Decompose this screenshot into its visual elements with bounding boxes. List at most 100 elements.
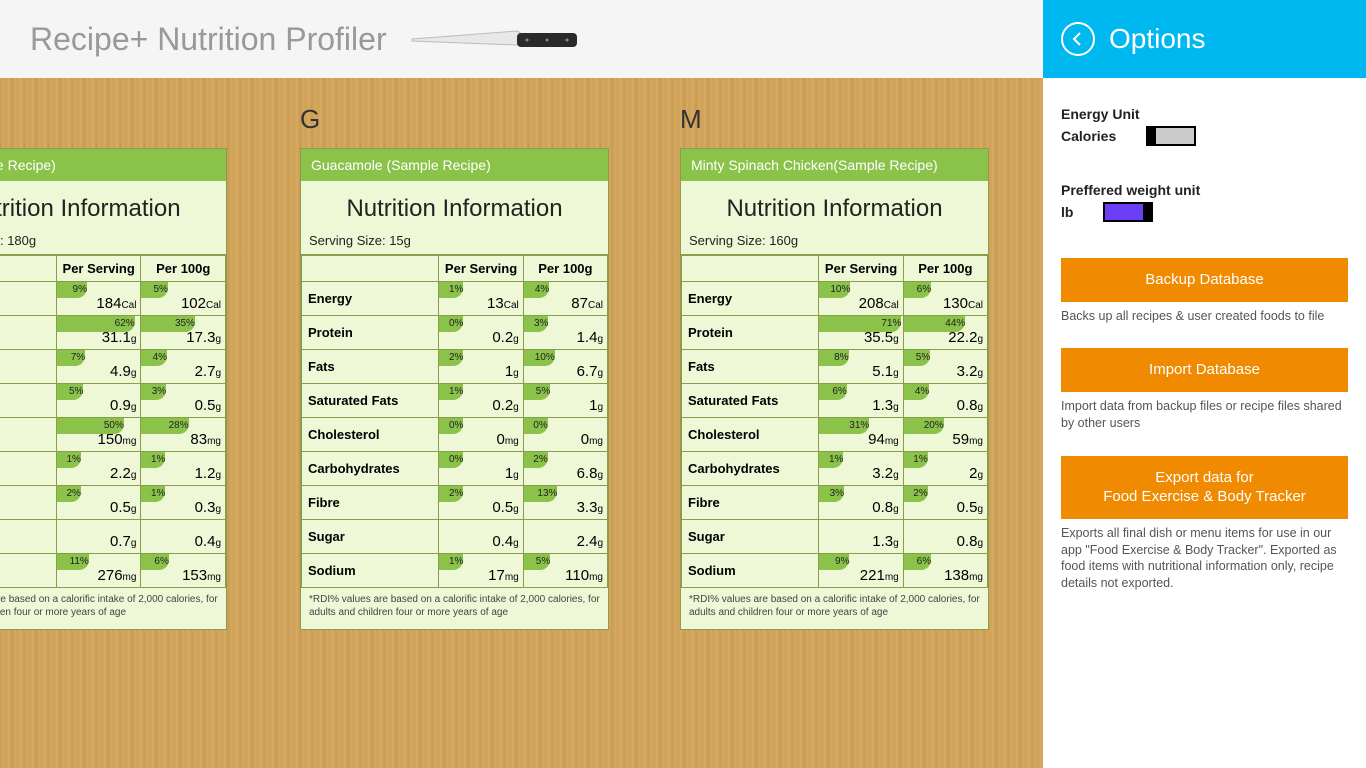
- per-100g-value: 0.8g: [903, 520, 987, 554]
- export-data-button[interactable]: Export data for Food Exercise & Body Tra…: [1061, 456, 1348, 519]
- per-100g-value: 10%6.7g: [523, 350, 607, 384]
- rdi-badge: 13%: [524, 486, 558, 502]
- rdi-badge: 0%: [524, 418, 548, 434]
- rdi-badge: 31%: [819, 418, 869, 434]
- table-row: Protein71%35.5g44%22.2g: [682, 316, 988, 350]
- rdi-badge: 71%: [819, 316, 901, 332]
- options-header: Options: [1043, 0, 1366, 78]
- weight-unit-label: Preffered weight unit: [1061, 182, 1348, 198]
- table-row: Sodium9%221mg6%138mg: [682, 554, 988, 588]
- group-header-g: G: [300, 104, 320, 135]
- rdi-badge: 5%: [141, 282, 168, 298]
- table-row: Sugar1.3g0.8g: [682, 520, 988, 554]
- app-header: Recipe+ Nutrition Profiler: [0, 0, 1043, 78]
- per-100g-value: 6%153mg: [141, 554, 226, 588]
- recipe-title: Guacamole (Sample Recipe): [301, 149, 608, 181]
- table-row: Fibre3%0.8g2%0.5g: [682, 486, 988, 520]
- weight-unit-toggle[interactable]: [1103, 202, 1153, 222]
- nutrient-name: [0, 520, 56, 554]
- per-serving-value: 2%1g: [439, 350, 523, 384]
- nutrient-name: [0, 350, 56, 384]
- nutrient-name: Carbohydrates: [682, 452, 819, 486]
- table-row: Sodium1%17mg5%110mg: [302, 554, 608, 588]
- per-100g-value: 6%130Cal: [903, 282, 987, 316]
- rdi-badge: 5%: [57, 384, 84, 400]
- backup-database-button[interactable]: Backup Database: [1061, 258, 1348, 302]
- recipe-title: ken(Sample Recipe): [0, 149, 226, 181]
- energy-unit-toggle[interactable]: [1146, 126, 1196, 146]
- per-100g-value: 1%0.3g: [141, 486, 226, 520]
- rdi-badge: 4%: [524, 282, 550, 298]
- rdi-badge: 6%: [904, 554, 931, 570]
- nutrient-name: Cholesterol: [302, 418, 439, 452]
- per-100g-value: 2%6.8g: [523, 452, 607, 486]
- table-row: Energy1%13Cal4%87Cal: [302, 282, 608, 316]
- per-100g-value: 35%17.3g: [141, 316, 226, 350]
- import-database-button[interactable]: Import Database: [1061, 348, 1348, 392]
- rdi-badge: 28%: [141, 418, 188, 434]
- nutrient-name: Protein: [682, 316, 819, 350]
- rdi-badge: 0%: [439, 316, 463, 332]
- per-serving-value: 1.3g: [819, 520, 903, 554]
- table-row: Cholesterol31%94mg20%59mg: [682, 418, 988, 452]
- per-100g-header: Per 100g: [903, 256, 987, 282]
- recipe-card[interactable]: Guacamole (Sample Recipe)Nutrition Infor…: [300, 148, 609, 630]
- per-serving-value: 31%94mg: [819, 418, 903, 452]
- nutrient-name: Energy: [682, 282, 819, 316]
- per-100g-value: 0%0mg: [523, 418, 607, 452]
- rdi-badge: 20%: [904, 418, 944, 434]
- nutrient-name: Protein: [302, 316, 439, 350]
- rdi-badge: 4%: [141, 350, 167, 366]
- export-description: Exports all final dish or menu items for…: [1061, 525, 1348, 593]
- back-button[interactable]: [1061, 22, 1095, 56]
- rdi-badge: 10%: [524, 350, 555, 366]
- per-serving-value: 1%17mg: [439, 554, 523, 588]
- per-serving-value: 8%5.1g: [819, 350, 903, 384]
- per-serving-value: 6%1.3g: [819, 384, 903, 418]
- per-serving-header: Per Serving: [439, 256, 523, 282]
- table-row: 7%4.9g4%2.7g: [0, 350, 226, 384]
- per-100g-value: 5%1g: [523, 384, 607, 418]
- rdi-badge: 1%: [57, 452, 81, 468]
- nutrient-name: Fats: [682, 350, 819, 384]
- rdi-badge: 2%: [57, 486, 81, 502]
- table-row: Saturated Fats6%1.3g4%0.8g: [682, 384, 988, 418]
- per-serving-value: 7%4.9g: [56, 350, 141, 384]
- table-row: 9%184Cal5%102Cal: [0, 282, 226, 316]
- per-serving-value: 50%150mg: [56, 418, 141, 452]
- options-panel: Options Energy Unit Calories Preffered w…: [1043, 0, 1366, 768]
- rdi-badge: 9%: [819, 554, 849, 570]
- per-serving-value: 2%0.5g: [56, 486, 141, 520]
- rdi-footnote: *RDI% values are based on a calorific in…: [681, 588, 988, 629]
- table-row: 2%0.5g1%0.3g: [0, 486, 226, 520]
- per-100g-value: 20%59mg: [903, 418, 987, 452]
- app-title: Recipe+ Nutrition Profiler: [30, 21, 387, 58]
- nutrition-heading: Nutrition Information: [301, 181, 608, 229]
- table-row: Energy10%208Cal6%130Cal: [682, 282, 988, 316]
- per-100g-value: 3%1.4g: [523, 316, 607, 350]
- serving-size: Serving Size: 160g: [681, 229, 988, 255]
- rdi-badge: 10%: [819, 282, 850, 298]
- rdi-badge: 1%: [819, 452, 843, 468]
- rdi-footnote: *RDI% values are based on a calorific in…: [301, 588, 608, 629]
- per-serving-header: Per Serving: [56, 256, 141, 282]
- rdi-badge: 2%: [439, 350, 463, 366]
- per-100g-value: 28%83mg: [141, 418, 226, 452]
- table-row: Fats8%5.1g5%3.2g: [682, 350, 988, 384]
- per-100g-header: Per 100g: [523, 256, 607, 282]
- per-serving-value: 1%3.2g: [819, 452, 903, 486]
- nutrition-table: Per ServingPer 100g9%184Cal5%102Cal62%31…: [0, 255, 226, 588]
- nutrient-name: Fats: [302, 350, 439, 384]
- recipe-card[interactable]: Minty Spinach Chicken(Sample Recipe)Nutr…: [680, 148, 989, 630]
- per-100g-value: 2.4g: [523, 520, 607, 554]
- table-row: 0.7g0.4g: [0, 520, 226, 554]
- per-100g-value: 2%0.5g: [903, 486, 987, 520]
- nutrient-name: Fibre: [682, 486, 819, 520]
- recipe-card[interactable]: ken(Sample Recipe)Nutrition InformationS…: [0, 148, 227, 630]
- rdi-badge: 7%: [57, 350, 85, 366]
- per-100g-value: 13%3.3g: [523, 486, 607, 520]
- rdi-badge: 0%: [439, 418, 463, 434]
- rdi-footnote: *RDI% values are based on a calorific in…: [0, 588, 226, 629]
- per-serving-value: 10%208Cal: [819, 282, 903, 316]
- rdi-badge: 5%: [524, 554, 551, 570]
